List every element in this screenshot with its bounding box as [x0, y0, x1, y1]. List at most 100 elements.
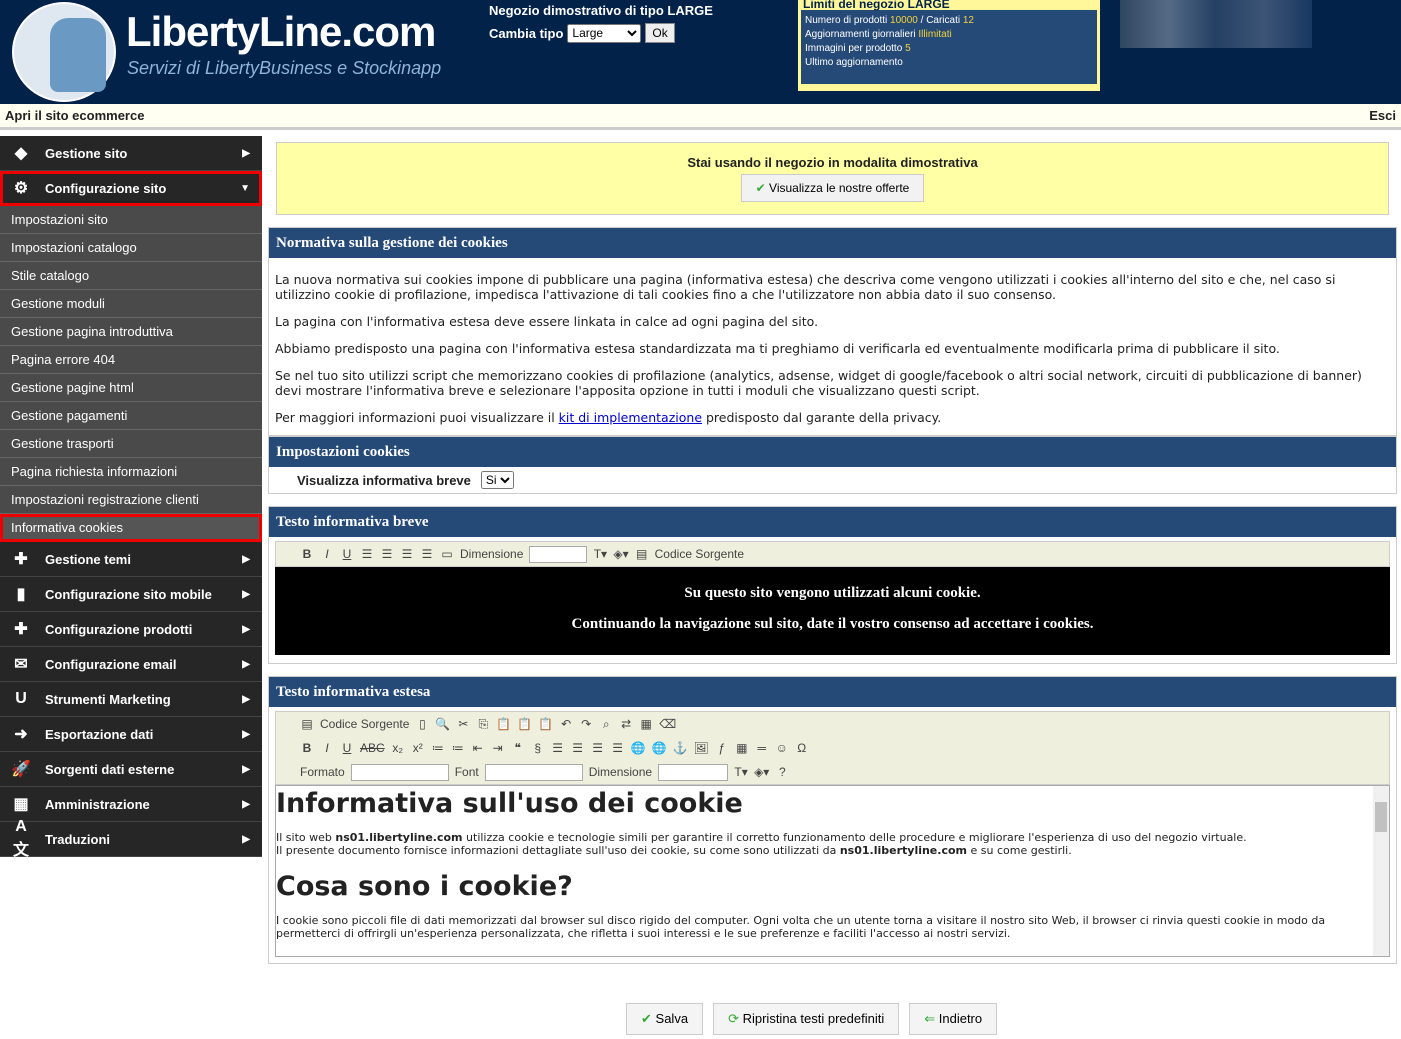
bold-icon[interactable]: B	[300, 741, 314, 755]
sidebar-subitem[interactable]: Gestione pagine html	[0, 374, 262, 402]
redo-icon[interactable]: ↷	[579, 717, 593, 731]
help-icon[interactable]: ?	[775, 765, 789, 779]
sidebar-item[interactable]: ➜ Esportazione dati ▶	[0, 717, 262, 752]
sidebar-item[interactable]: ✉ Configurazione email ▶	[0, 647, 262, 682]
link-icon[interactable]: 🌐	[631, 741, 646, 755]
sidebar-item-configurazione-sito[interactable]: ⚙ Configurazione sito ▼	[0, 171, 262, 206]
sidebar-subitem[interactable]: Gestione trasporti	[0, 430, 262, 458]
ok-button[interactable]: Ok	[645, 23, 675, 43]
copy-icon[interactable]: ⎘	[476, 717, 490, 732]
sidebar-subitem[interactable]: Gestione pagina introduttiva	[0, 318, 262, 346]
kit-link[interactable]: kit di implementazione	[559, 410, 702, 425]
short-notice-editor[interactable]: Su questo sito vengono utilizzati alcuni…	[275, 567, 1390, 655]
paste-text-icon[interactable]: 📋	[517, 717, 532, 731]
sidebar-item[interactable]: ✚ Configurazione prodotti ▶	[0, 612, 262, 647]
back-button[interactable]: ⇐ Indietro	[909, 1003, 998, 1035]
justify-icon[interactable]: ☰	[420, 547, 434, 561]
logout-link[interactable]: Esci	[1369, 108, 1396, 123]
source-icon[interactable]: ▤	[635, 547, 649, 561]
undo-icon[interactable]: ↶	[559, 717, 573, 731]
find-icon[interactable]: ⌕	[599, 717, 613, 732]
diamond-icon: ◆	[14, 145, 28, 162]
bullet-list-icon[interactable]: ≔	[451, 741, 465, 755]
source-button[interactable]: Codice Sorgente	[320, 717, 409, 731]
hr-icon[interactable]: ═	[755, 741, 769, 755]
sidebar-item[interactable]: A文 Traduzioni ▶	[0, 818, 262, 859]
size-select[interactable]	[658, 763, 729, 781]
font-select[interactable]	[484, 763, 583, 781]
sidebar-subitem[interactable]: Gestione pagamenti	[0, 402, 262, 430]
bg-color-icon[interactable]: ◈▾	[754, 765, 769, 779]
indent-icon[interactable]: ⇥	[491, 741, 505, 755]
underline-icon[interactable]: U	[340, 741, 354, 755]
bg-color-icon[interactable]: ◈▾	[613, 547, 628, 561]
sidebar-subitem[interactable]: Impostazioni catalogo	[0, 234, 262, 262]
div-icon[interactable]: §	[531, 741, 545, 755]
align-right-icon[interactable]: ☰	[400, 547, 414, 561]
align-left-icon[interactable]: ☰	[551, 741, 565, 755]
scrollbar[interactable]	[1373, 786, 1389, 956]
strike-icon[interactable]: ABC	[360, 741, 385, 755]
outdent-icon[interactable]: ⇤	[471, 741, 485, 755]
sidebar-subitem[interactable]: Impostazioni sito	[0, 206, 262, 234]
anchor-icon[interactable]: ⚓	[673, 741, 688, 755]
size-select[interactable]	[529, 545, 588, 563]
replace-icon[interactable]: ⇄	[619, 717, 633, 731]
cut-icon[interactable]: ✂	[456, 717, 470, 731]
view-offers-button[interactable]: ✔ Visualizza le nostre offerte	[740, 174, 925, 202]
unlink-icon[interactable]: 🌐	[652, 741, 667, 755]
subscript-icon[interactable]: x₂	[391, 741, 405, 755]
source-icon[interactable]: ▤	[300, 717, 314, 731]
text-color-icon[interactable]: T▾	[734, 765, 748, 779]
sidebar-subitem[interactable]: Pagina errore 404	[0, 346, 262, 374]
sidebar-item[interactable]: U Strumenti Marketing ▶	[0, 682, 262, 717]
eraser-icon[interactable]: ⌫	[659, 717, 676, 731]
align-left-icon[interactable]: ☰	[360, 547, 374, 561]
select-all-icon[interactable]: ▦	[639, 717, 653, 731]
italic-icon[interactable]: I	[320, 741, 334, 755]
sidebar-subitem[interactable]: Gestione moduli	[0, 290, 262, 318]
new-page-icon[interactable]: ▯	[415, 717, 429, 731]
text-color-icon[interactable]: T▾	[593, 547, 607, 561]
numbered-list-icon[interactable]: ≔	[431, 741, 445, 755]
align-center-icon[interactable]: ☰	[380, 547, 394, 561]
align-right-icon[interactable]: ☰	[591, 741, 605, 755]
align-center-icon[interactable]: ☰	[571, 741, 585, 755]
sidebar-subitem[interactable]: Pagina richiesta informazioni	[0, 458, 262, 486]
source-button[interactable]: Codice Sorgente	[655, 547, 744, 561]
sidebar-subitem[interactable]: Stile catalogo	[0, 262, 262, 290]
image-icon[interactable]: 🖼	[694, 741, 709, 755]
justify-icon[interactable]: ☰	[611, 741, 625, 755]
sidebar-item[interactable]: ✚ Gestione temi ▶	[0, 542, 262, 577]
flash-icon[interactable]: ƒ	[715, 741, 729, 755]
preview-icon[interactable]: 🔍	[435, 717, 450, 731]
special-char-icon[interactable]: Ω	[795, 741, 809, 755]
paste-icon[interactable]: 📋	[496, 717, 511, 731]
check-icon: ✔	[755, 181, 766, 195]
smiley-icon[interactable]: ☺	[775, 741, 789, 755]
open-site-link[interactable]: Apri il sito ecommerce	[5, 108, 144, 123]
sidebar-item[interactable]: ▮ Configurazione sito mobile ▶	[0, 577, 262, 612]
text: Il presente documento fornisce informazi…	[276, 844, 840, 857]
show-short-notice-select[interactable]: Si	[480, 471, 514, 489]
italic-icon[interactable]: I	[320, 547, 334, 561]
text: e su come gestirli.	[967, 844, 1072, 857]
quote-icon[interactable]: ❝	[511, 741, 525, 755]
sidebar-item-gestione-sito[interactable]: ◆ Gestione sito ▶	[0, 136, 262, 171]
save-button[interactable]: ✔ Salva	[626, 1003, 704, 1035]
extended-notice-editor[interactable]: Informativa sull'uso dei cookie Il sito …	[275, 785, 1390, 957]
sidebar-subitem[interactable]: Informativa cookies	[0, 514, 262, 542]
shop-type-select[interactable]: Large	[567, 23, 642, 43]
table-icon[interactable]: ▦	[735, 741, 749, 755]
sidebar-subitem[interactable]: Impostazioni registrazione clienti	[0, 486, 262, 514]
bold-icon[interactable]: B	[300, 547, 314, 561]
translate-icon: A文	[12, 818, 29, 859]
paste-word-icon[interactable]: 📋	[538, 717, 553, 731]
reset-button[interactable]: ⟳ Ripristina testi predefiniti	[713, 1003, 900, 1035]
underline-icon[interactable]: U	[340, 547, 354, 561]
superscript-icon[interactable]: x²	[411, 741, 425, 755]
sidebar-item[interactable]: 🚀 Sorgenti dati esterne ▶	[0, 752, 262, 787]
format-select[interactable]	[350, 763, 449, 781]
table-icon[interactable]: ▭	[440, 547, 454, 561]
sidebar-item[interactable]: ▦ Amministrazione ▶	[0, 787, 262, 822]
